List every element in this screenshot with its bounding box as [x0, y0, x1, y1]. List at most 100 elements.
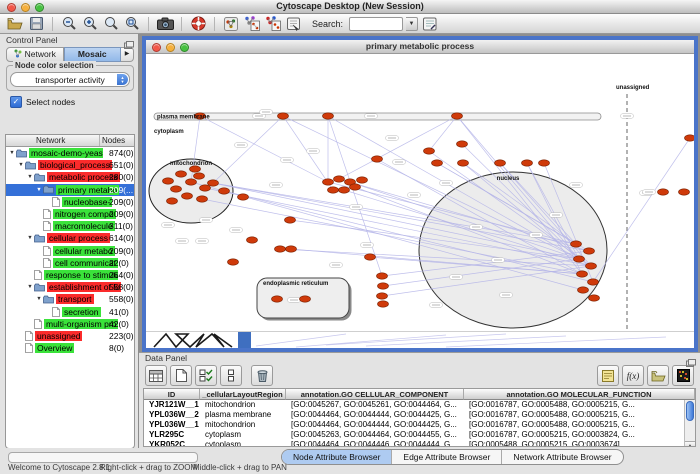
graph-node[interactable] — [658, 189, 669, 195]
tree-row-cellular-metabo[interactable]: cellular metabo209(0) — [6, 245, 134, 257]
graph-node[interactable] — [163, 178, 174, 184]
graph-node[interactable] — [357, 177, 368, 183]
graph-edge[interactable] — [213, 116, 283, 183]
tree-row-metabolic-process[interactable]: ▼metabolic process280(0) — [6, 171, 134, 183]
attribute-table-icon[interactable] — [145, 365, 167, 386]
graph-node[interactable] — [286, 246, 297, 252]
graph-node[interactable] — [167, 198, 178, 204]
graph-node[interactable] — [577, 271, 588, 277]
zoom-in-icon[interactable] — [81, 15, 99, 32]
graph-node[interactable] — [372, 156, 383, 162]
graph-node[interactable] — [285, 217, 296, 223]
graph-node[interactable] — [323, 113, 334, 119]
graph-node[interactable] — [186, 179, 197, 185]
graph-node[interactable] — [586, 263, 597, 269]
tree-row-biological-process[interactable]: ▼biological_process651(0) — [6, 159, 134, 171]
expand-arrow-icon[interactable]: ▼ — [35, 187, 43, 193]
annotate-network-icon[interactable] — [243, 15, 261, 32]
graph-node[interactable] — [365, 254, 376, 260]
network-view-window[interactable]: primary metabolic process plasma membran… — [142, 36, 698, 352]
search-input[interactable] — [349, 17, 403, 31]
graph-node[interactable] — [679, 189, 690, 195]
graph-node[interactable] — [171, 186, 182, 192]
graph-node[interactable] — [578, 287, 589, 293]
float-panel-icon[interactable] — [124, 36, 134, 54]
tree-row-macromolecule[interactable]: macromolecule311(0) — [6, 220, 134, 232]
float-data-panel-icon[interactable] — [686, 354, 696, 372]
graph-node[interactable] — [339, 187, 350, 193]
graph-node[interactable] — [197, 196, 208, 202]
new-attribute-icon[interactable] — [170, 365, 192, 386]
annotate-network-alt-icon[interactable] — [264, 15, 282, 32]
graph-node[interactable] — [588, 279, 599, 285]
tab-mosaic[interactable]: Mosaic — [64, 47, 122, 62]
tab-network[interactable]: Network — [6, 47, 64, 62]
table-row[interactable]: YPL036W__2plasma membrane[GO:0044464, GO… — [144, 410, 695, 420]
expand-arrow-icon[interactable]: ▼ — [26, 174, 34, 180]
vizmapper-icon[interactable] — [222, 15, 240, 32]
scroll-up-icon[interactable]: ▲ — [685, 441, 695, 447]
graph-node[interactable] — [539, 160, 550, 166]
table-column-header[interactable]: annotation.GO CELLULAR_COMPONENT — [286, 389, 464, 400]
tab-network-attribute-browser[interactable]: Network Attribute Browser — [501, 450, 622, 464]
graph-node[interactable] — [432, 160, 443, 166]
scrollbar-thumb[interactable] — [686, 401, 694, 421]
graph-node[interactable] — [424, 148, 435, 154]
tree-row-transport[interactable]: ▼transport558(0) — [6, 293, 134, 305]
zoom-fit-icon[interactable] — [123, 15, 141, 32]
graph-node[interactable] — [328, 187, 339, 193]
expand-arrow-icon[interactable]: ▼ — [35, 296, 43, 302]
save-session-icon[interactable] — [27, 15, 45, 32]
table-row[interactable]: YPL036W__1mitochondrion[GO:0044464, GO:0… — [144, 420, 695, 430]
snapshot-camera-icon[interactable] — [156, 15, 174, 32]
expand-arrow-icon[interactable]: ▼ — [8, 150, 16, 156]
function-builder-icon[interactable]: f(x) — [622, 365, 644, 386]
graph-node[interactable] — [571, 241, 582, 247]
tree-row-establishment-of-lo[interactable]: ▼establishment of lo558(0) — [6, 281, 134, 293]
graph-node[interactable] — [228, 259, 239, 265]
graph-node[interactable] — [219, 188, 230, 194]
graph-node[interactable] — [275, 246, 286, 252]
node-color-dropdown[interactable]: transporter activity ▲▼ — [10, 72, 130, 87]
tree-column-nodes[interactable]: Nodes — [100, 135, 134, 146]
graph-node[interactable] — [584, 248, 595, 254]
graph-node[interactable] — [200, 185, 211, 191]
graph-node[interactable] — [495, 160, 506, 166]
graph-node[interactable] — [452, 113, 463, 119]
graph-node[interactable] — [278, 113, 289, 119]
graph-node[interactable] — [238, 194, 249, 200]
help-lifesaver-icon[interactable] — [189, 15, 207, 32]
graph-edge[interactable] — [339, 116, 457, 179]
import-attributes-folder-icon[interactable] — [647, 365, 669, 386]
tree-row-cell-communicat[interactable]: cell communicat22(0) — [6, 257, 134, 269]
graph-node[interactable] — [574, 256, 585, 262]
tree-row-secretion[interactable]: secretion41(0) — [6, 305, 134, 317]
tab-edge-attribute-browser[interactable]: Edge Attribute Browser — [391, 450, 501, 464]
table-scrollbar[interactable]: ▲ ▼ — [684, 400, 695, 447]
graph-node[interactable] — [458, 160, 469, 166]
graph-node[interactable] — [208, 180, 219, 186]
advanced-search-icon[interactable] — [421, 15, 439, 32]
select-nodes-checkbox[interactable]: ✓ — [10, 96, 22, 108]
zoom-selected-icon[interactable] — [102, 15, 120, 32]
import-network-icon[interactable] — [285, 15, 303, 32]
graph-node[interactable] — [334, 176, 345, 182]
tree-row-multi-organism-pro[interactable]: multi-organism pro42(0) — [6, 318, 134, 330]
table-row[interactable]: YLR295Ccytoplasm[GO:0045263, GO:0044464,… — [144, 430, 695, 440]
notes-icon[interactable] — [597, 365, 619, 386]
graph-node[interactable] — [377, 273, 388, 279]
graph-edge[interactable] — [593, 138, 690, 282]
graph-node[interactable] — [457, 141, 468, 147]
tree-row-cellular-process[interactable]: ▼cellular process614(0) — [6, 232, 134, 244]
graph-node[interactable] — [182, 193, 193, 199]
graph-node[interactable] — [685, 135, 695, 141]
zoom-out-icon[interactable] — [60, 15, 78, 32]
table-row[interactable]: YKR052Ccytoplasm[GO:0044464, GO:0044446,… — [144, 440, 695, 447]
graph-node[interactable] — [378, 301, 389, 307]
graph-node[interactable] — [350, 184, 361, 190]
tree-row-mosaic-demo-yeast[interactable]: ▼mosaic-demo-yeast874(0) — [6, 147, 134, 159]
tree-row-nitrogen-compo[interactable]: nitrogen compo209(0) — [6, 208, 134, 220]
tree-row-unassigned[interactable]: unassigned223(0) — [6, 330, 134, 342]
tab-node-attribute-browser[interactable]: Node Attribute Browser — [282, 450, 391, 464]
expand-arrow-icon[interactable]: ▼ — [26, 235, 34, 241]
